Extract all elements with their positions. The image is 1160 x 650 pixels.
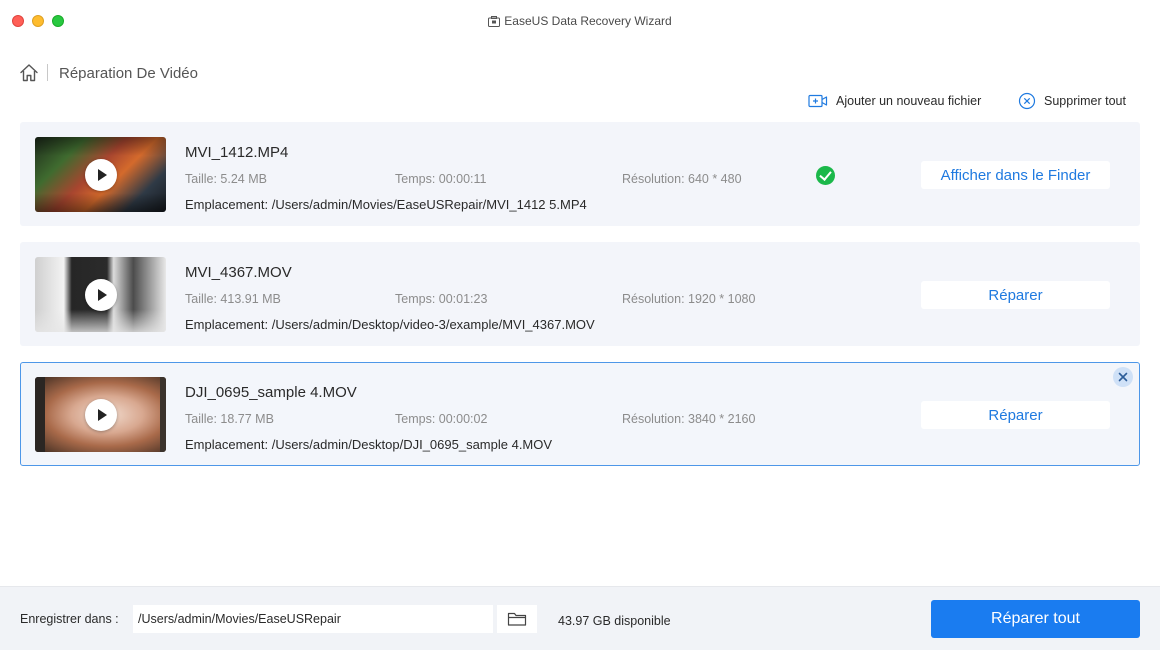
file-name: MVI_4367.MOV: [185, 264, 292, 281]
file-card[interactable]: MVI_4367.MOV Taille: 413.91 MB Temps: 00…: [20, 242, 1140, 346]
folder-icon: [507, 612, 527, 626]
repair-button[interactable]: Réparer: [921, 401, 1110, 429]
window-title: EaseUS Data Recovery Wizard: [504, 14, 672, 28]
delete-all-button[interactable]: Supprimer tout: [1018, 92, 1126, 110]
app-window: EaseUS Data Recovery Wizard Réparation D…: [0, 0, 1160, 650]
browse-folder-button[interactable]: [497, 605, 537, 633]
title-bar: EaseUS Data Recovery Wizard: [0, 0, 1160, 42]
window-title-group: EaseUS Data Recovery Wizard: [0, 14, 1160, 30]
file-duration: Temps: 00:01:23: [395, 292, 488, 306]
save-location-label: Enregistrer dans :: [20, 612, 119, 626]
app-icon: [488, 16, 501, 30]
file-size: Taille: 413.91 MB: [185, 292, 281, 306]
file-resolution: Résolution: 640 * 480: [622, 172, 742, 186]
delete-all-label: Supprimer tout: [1044, 94, 1126, 108]
page-title: Réparation De Vidéo: [59, 65, 198, 82]
file-location: Emplacement: /Users/admin/Movies/EaseUSR…: [185, 197, 587, 212]
play-icon[interactable]: [84, 278, 117, 311]
add-file-button[interactable]: Ajouter un nouveau fichier: [808, 92, 981, 110]
home-icon[interactable]: [18, 62, 40, 84]
file-resolution: Résolution: 3840 * 2160: [622, 412, 756, 426]
file-location: Emplacement: /Users/admin/Desktop/DJI_06…: [185, 437, 553, 452]
breadcrumb-separator: [47, 64, 48, 81]
file-name: DJI_0695_sample 4.MOV: [185, 384, 357, 401]
file-duration: Temps: 00:00:02: [395, 412, 488, 426]
video-thumbnail: [35, 377, 166, 452]
add-file-label: Ajouter un nouveau fichier: [836, 94, 982, 108]
save-path-input[interactable]: [133, 605, 493, 633]
video-thumbnail: [35, 137, 166, 212]
play-icon[interactable]: [84, 398, 117, 431]
add-video-icon: [808, 94, 828, 108]
file-size: Taille: 5.24 MB: [185, 172, 267, 186]
file-location: Emplacement: /Users/admin/Desktop/video-…: [185, 317, 595, 332]
show-in-finder-button[interactable]: Afficher dans le Finder: [921, 161, 1110, 189]
remove-file-icon[interactable]: [1113, 367, 1133, 387]
file-card[interactable]: MVI_1412.MP4 Taille: 5.24 MB Temps: 00:0…: [20, 122, 1140, 226]
video-thumbnail: [35, 257, 166, 332]
play-icon[interactable]: [84, 158, 117, 191]
file-card-selected[interactable]: DJI_0695_sample 4.MOV Taille: 18.77 MB T…: [20, 362, 1140, 466]
disk-space-available: 43.97 GB disponible: [558, 614, 671, 628]
footer-bar: Enregistrer dans : 43.97 GB disponible R…: [0, 586, 1160, 650]
repair-button[interactable]: Réparer: [921, 281, 1110, 309]
check-icon: [816, 166, 835, 185]
file-name: MVI_1412.MP4: [185, 144, 289, 161]
file-resolution: Résolution: 1920 * 1080: [622, 292, 756, 306]
repair-all-button[interactable]: Réparer tout: [931, 600, 1140, 638]
close-circle-icon: [1018, 92, 1036, 110]
file-duration: Temps: 00:00:11: [395, 172, 487, 186]
file-size: Taille: 18.77 MB: [185, 412, 274, 426]
